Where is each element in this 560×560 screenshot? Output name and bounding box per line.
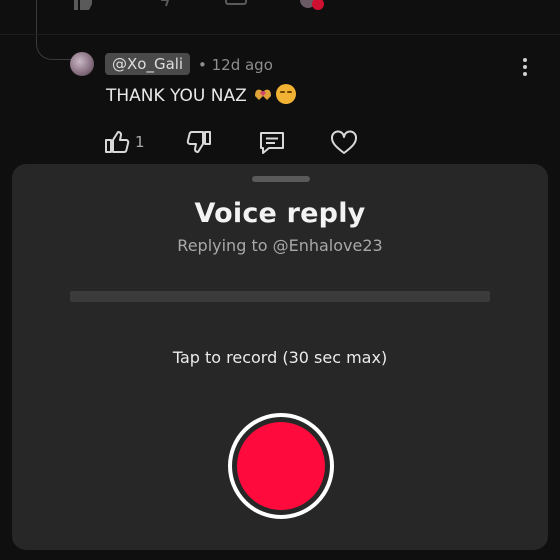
record-button[interactable] [228,413,334,519]
more-options-icon[interactable] [518,58,532,80]
comment-body: THANK YOU NAZ [106,84,296,107]
sheet-title: Voice reply [194,198,366,229]
heart-hands-icon [254,89,271,100]
creator-heart-icon[interactable] [298,0,328,14]
previous-comment-actions [0,0,560,14]
reply-icon[interactable] [258,130,286,156]
avatar[interactable] [70,52,94,76]
thread-connector-line [36,0,76,60]
comment-text: THANK YOU NAZ [106,86,247,106]
replying-to-label: Replying to @Enhalove23 [177,236,383,255]
recording-progress-bar [70,291,490,302]
smiling-face-icon [275,84,296,104]
drag-handle[interactable] [252,176,310,182]
record-icon [237,422,325,510]
comment-author-handle[interactable]: @Xo_Gali [105,53,191,75]
record-hint: Tap to record (30 sec max) [172,348,388,367]
comment-timestamp: • 12d ago [198,56,273,74]
dislike-icon[interactable] [186,130,212,154]
dislike-icon[interactable] [152,0,174,10]
reply-icon[interactable] [224,0,248,10]
heart-icon[interactable] [330,130,358,156]
like-icon[interactable] [104,130,130,154]
voice-reply-sheet: Voice reply Replying to @Enhalove23 Tap … [12,164,548,550]
like-count: 1 [135,133,145,151]
divider [0,34,560,35]
